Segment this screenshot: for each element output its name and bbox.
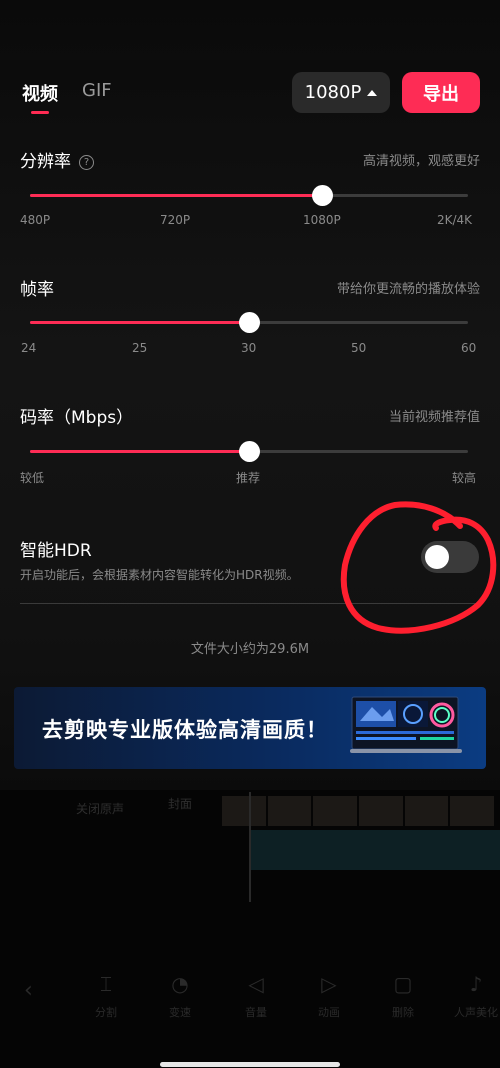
audio-waveform xyxy=(250,830,500,870)
resolution-dropdown-button[interactable]: 1080P xyxy=(292,72,390,113)
bitrate-label: 码率（Mbps） xyxy=(20,408,134,428)
hdr-title: 智能HDR xyxy=(20,541,92,561)
cover-label: 封面 xyxy=(168,797,193,811)
resolution-slider-knob[interactable] xyxy=(312,185,333,206)
resolution-slider-fill xyxy=(30,194,322,197)
help-icon[interactable]: ? xyxy=(79,154,94,170)
tool-label: 音量 xyxy=(245,1006,267,1019)
tool-animation: ▷ 动画 xyxy=(299,970,359,1020)
tick-label: 2K/4K xyxy=(437,213,473,227)
home-indicator xyxy=(160,1062,340,1067)
frame-rate-ticks: 24 25 30 50 60 xyxy=(20,341,480,357)
speed-icon: ◔ xyxy=(171,972,189,996)
delete-icon: ▢ xyxy=(393,972,413,996)
tool-label: 动画 xyxy=(318,1006,340,1019)
tick-label: 较低 xyxy=(20,471,45,485)
tick-label: 推荐 xyxy=(236,471,261,485)
hdr-toggle[interactable] xyxy=(421,541,479,573)
tick-label: 720P xyxy=(160,213,191,227)
clip-thumbnails xyxy=(222,796,495,826)
tick-label: 较高 xyxy=(452,471,477,485)
bitrate-hint: 当前视频推荐值 xyxy=(388,410,480,425)
tick-label: 24 xyxy=(21,341,37,355)
frame-rate-slider-fill xyxy=(30,321,249,324)
volume-icon: ◁ xyxy=(248,972,264,996)
tool-split: ⌶ 分割 xyxy=(76,970,136,1020)
caret-up-icon xyxy=(367,89,378,96)
animation-icon: ▷ xyxy=(321,972,337,996)
export-button[interactable]: 导出 xyxy=(402,72,480,113)
tool-speed: ◔ 变速 xyxy=(150,970,210,1020)
tool-label: 变速 xyxy=(169,1006,191,1019)
laptop-illustration-icon xyxy=(350,696,462,753)
frame-rate-hint: 带给你更流畅的播放体验 xyxy=(336,282,480,297)
tick-label: 50 xyxy=(351,341,367,355)
tick-label: 30 xyxy=(241,341,257,355)
mute-audio-label: 关闭原声 xyxy=(76,802,125,816)
tick-label: 1080P xyxy=(303,213,341,227)
tool-volume: ◁ 音量 xyxy=(226,970,286,1020)
frame-rate-label: 帧率 xyxy=(20,280,54,300)
playhead xyxy=(249,792,251,902)
tab-video[interactable]: 视频 xyxy=(22,80,58,114)
tool-voice-beautify: ♪ 人声美化 xyxy=(446,970,500,1020)
file-size-estimate: 文件大小约为29.6M xyxy=(190,642,310,657)
divider xyxy=(20,603,480,604)
hdr-description: 开启功能后，会根据素材内容智能转化为HDR视频。 xyxy=(20,568,299,582)
tool-label: 分割 xyxy=(95,1006,117,1019)
resolution-label: 分辨率 xyxy=(20,152,71,172)
resolution-hint: 高清视频，观感更好 xyxy=(362,154,480,169)
resolution-label-row: 分辨率? xyxy=(20,147,94,172)
resolution-ticks: 480P 720P 1080P 2K/4K xyxy=(20,213,480,229)
frame-rate-slider-knob[interactable] xyxy=(239,312,260,333)
export-settings-panel xyxy=(0,0,500,790)
frame-rate-slider[interactable] xyxy=(30,312,468,333)
hdr-toggle-thumb xyxy=(425,545,449,569)
microphone-icon: ♪ xyxy=(469,972,483,996)
tick-label: 25 xyxy=(132,341,148,355)
bitrate-ticks: 较低 推荐 较高 xyxy=(20,469,480,485)
promo-banner-text: 去剪映专业版体验高清画质！ xyxy=(42,718,328,742)
editor-toolbar: ⌶ 分割 ◔ 变速 ◁ 音量 ▷ 动画 ▢ 删除 ♪ 人声美化 xyxy=(0,970,500,1030)
tool-delete: ▢ 删除 xyxy=(373,970,433,1020)
bitrate-slider-knob[interactable] xyxy=(239,441,260,462)
split-icon: ⌶ xyxy=(100,972,112,996)
export-type-tabs: 视频 GIF xyxy=(22,80,112,114)
tool-label: 删除 xyxy=(392,1006,414,1019)
tab-gif[interactable]: GIF xyxy=(82,80,112,106)
resolution-dropdown-label: 1080P xyxy=(304,82,362,103)
pro-version-promo-banner[interactable]: 去剪映专业版体验高清画质！ xyxy=(14,687,486,769)
tick-label: 480P xyxy=(20,213,51,227)
bitrate-slider[interactable] xyxy=(30,441,468,462)
resolution-slider[interactable] xyxy=(30,185,468,206)
tick-label: 60 xyxy=(461,341,477,355)
tool-label: 人声美化 xyxy=(454,1006,498,1019)
bitrate-slider-fill xyxy=(30,450,249,453)
